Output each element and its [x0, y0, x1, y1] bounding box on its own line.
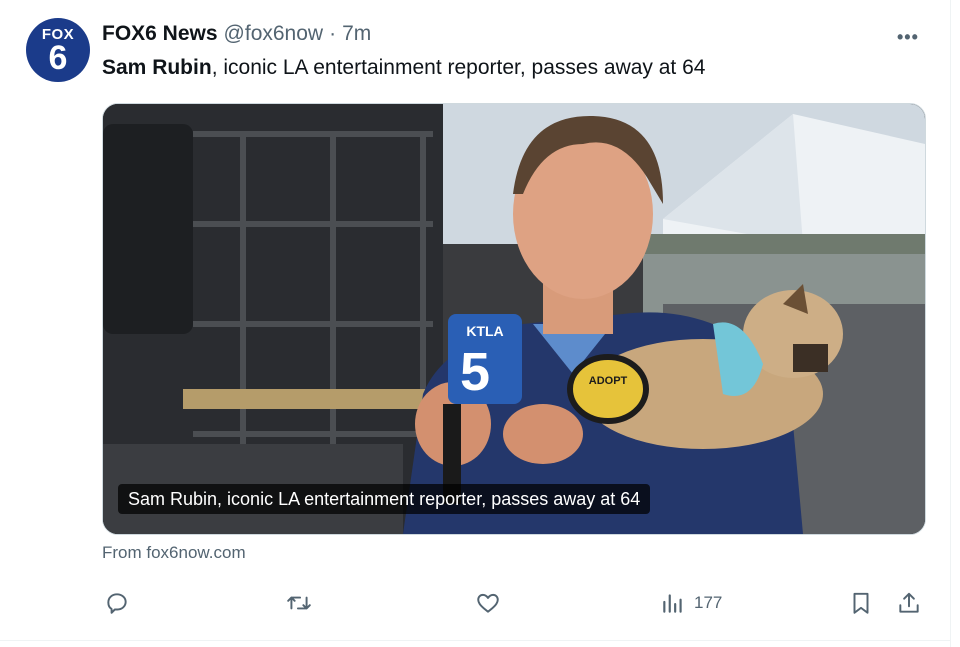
mic-flag-number: 5: [460, 342, 490, 402]
retweet-icon: [287, 596, 311, 610]
like-button[interactable]: [475, 590, 501, 616]
views-count: 177: [694, 593, 723, 612]
dog-vest-patch: [567, 354, 649, 424]
column-border: [950, 0, 951, 647]
avatar[interactable]: FOX 6: [26, 18, 90, 82]
bookmark-button[interactable]: [848, 590, 874, 616]
link-source[interactable]: From fox6now.com: [102, 543, 246, 563]
more-options-icon[interactable]: •••: [897, 27, 919, 48]
bookmark-icon: [853, 592, 869, 614]
share-button[interactable]: [896, 590, 922, 616]
views-button[interactable]: 177: [660, 590, 722, 616]
tweet-header: FOX6 News @fox6now · 7m: [102, 22, 371, 46]
author-handle[interactable]: @fox6now: [224, 22, 324, 46]
retweet-button[interactable]: [286, 590, 312, 616]
tweet-divider: [0, 640, 950, 641]
avatar-text-six: 6: [48, 39, 68, 77]
action-bar: 177: [102, 590, 924, 616]
author-name[interactable]: FOX6 News: [102, 22, 218, 46]
speaker-cabinet: [103, 124, 193, 334]
dog-vest-text: ADOPT: [589, 375, 628, 387]
image-caption: Sam Rubin, iconic LA entertainment repor…: [118, 484, 651, 514]
tweet-text: Sam Rubin, iconic LA entertainment repor…: [102, 56, 705, 80]
news-photo: KTLA 5 ADOPT: [103, 104, 925, 534]
separator-dot: ·: [329, 22, 337, 45]
media-image[interactable]: KTLA 5 ADOPT: [102, 103, 926, 535]
reply-button[interactable]: [104, 590, 130, 616]
mic-flag-text: KTLA: [466, 323, 503, 339]
tweet-text-rest: , iconic LA entertainment reporter, pass…: [211, 56, 706, 79]
views-bar-chart-icon: [663, 594, 682, 613]
share-icon: [899, 592, 919, 613]
tweet-text-bold: Sam Rubin: [102, 56, 212, 79]
timestamp[interactable]: 7m: [342, 22, 371, 46]
reply-icon: [107, 593, 127, 614]
heart-icon: [477, 593, 499, 613]
